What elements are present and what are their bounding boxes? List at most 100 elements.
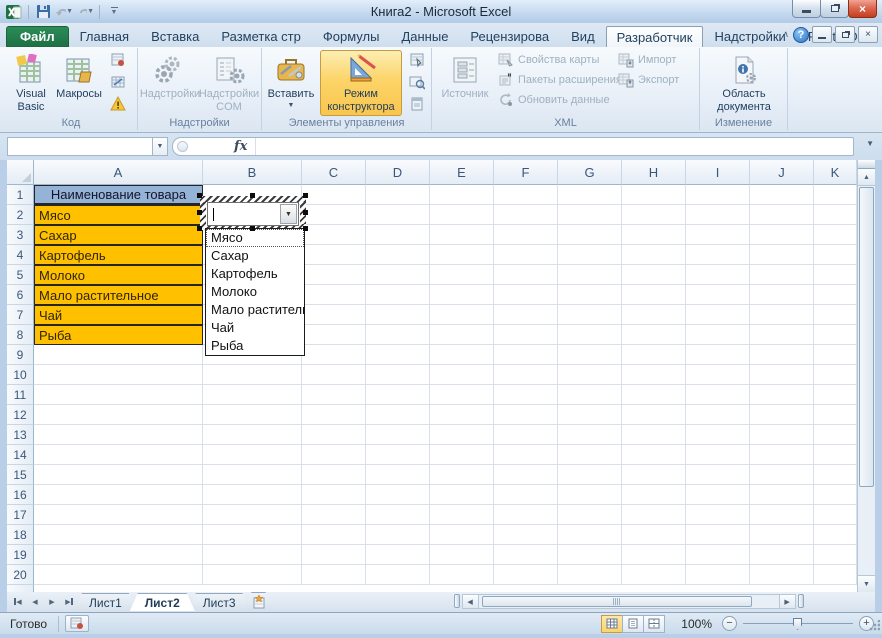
ribbon-tab[interactable]: Данные	[390, 26, 459, 47]
cell-G17[interactable]	[558, 505, 622, 525]
view-code-icon[interactable]	[406, 72, 428, 92]
cell-J1[interactable]	[750, 185, 814, 205]
cell-J2[interactable]	[750, 205, 814, 225]
cell-A20[interactable]	[34, 565, 203, 585]
cell-D10[interactable]	[366, 365, 430, 385]
cell-E8[interactable]	[430, 325, 494, 345]
cell-D14[interactable]	[366, 445, 430, 465]
record-macro-icon[interactable]	[107, 50, 129, 70]
restore-button[interactable]	[820, 0, 849, 18]
cell-D3[interactable]	[366, 225, 430, 245]
cell-D19[interactable]	[366, 545, 430, 565]
cell-D1[interactable]	[366, 185, 430, 205]
cell-A19[interactable]	[34, 545, 203, 565]
zoom-out-button[interactable]: −	[722, 616, 737, 631]
cell-G2[interactable]	[558, 205, 622, 225]
cell-H14[interactable]	[622, 445, 686, 465]
cell-A11[interactable]	[34, 385, 203, 405]
combo-list-item[interactable]: Мясо	[206, 229, 304, 247]
cell-C11[interactable]	[302, 385, 366, 405]
cell-D5[interactable]	[366, 265, 430, 285]
cell-I5[interactable]	[686, 265, 750, 285]
cell-K13[interactable]	[814, 425, 857, 445]
ribbon-tab[interactable]: Рецензирова	[459, 26, 560, 47]
row-number[interactable]: 13	[7, 425, 34, 445]
name-box[interactable]	[7, 137, 153, 156]
cell-D11[interactable]	[366, 385, 430, 405]
cell-H13[interactable]	[622, 425, 686, 445]
sheet-tab[interactable]: Лист1	[74, 593, 137, 611]
cell-G6[interactable]	[558, 285, 622, 305]
cell-G5[interactable]	[558, 265, 622, 285]
column-header-E[interactable]: E	[430, 160, 494, 185]
cell-K12[interactable]	[814, 405, 857, 425]
cell-D12[interactable]	[366, 405, 430, 425]
cell-H15[interactable]	[622, 465, 686, 485]
cell-C17[interactable]	[302, 505, 366, 525]
row-number[interactable]: 2	[7, 205, 34, 225]
cell-H5[interactable]	[622, 265, 686, 285]
row-number[interactable]: 4	[7, 245, 34, 265]
cell-F4[interactable]	[494, 245, 558, 265]
cell-J6[interactable]	[750, 285, 814, 305]
cell-B16[interactable]	[203, 485, 302, 505]
row-number[interactable]: 6	[7, 285, 34, 305]
resize-handle[interactable]	[303, 210, 308, 215]
tab-split-handle-right[interactable]	[798, 594, 804, 608]
cell-K3[interactable]	[814, 225, 857, 245]
cell-C5[interactable]	[302, 265, 366, 285]
cell-E18[interactable]	[430, 525, 494, 545]
zoom-level[interactable]: 100%	[681, 617, 712, 631]
cell-G10[interactable]	[558, 365, 622, 385]
cell-F7[interactable]	[494, 305, 558, 325]
cell-J17[interactable]	[750, 505, 814, 525]
cell-I9[interactable]	[686, 345, 750, 365]
combo-list-item[interactable]: Чай	[206, 319, 304, 337]
cell-F13[interactable]	[494, 425, 558, 445]
row-number[interactable]: 5	[7, 265, 34, 285]
cell-D17[interactable]	[366, 505, 430, 525]
column-header-D[interactable]: D	[366, 160, 430, 185]
help-icon[interactable]: ?	[793, 27, 809, 43]
cell-C6[interactable]	[302, 285, 366, 305]
cell-D18[interactable]	[366, 525, 430, 545]
cell-D20[interactable]	[366, 565, 430, 585]
workbook-close-button[interactable]: ×	[858, 26, 878, 43]
cell-F16[interactable]	[494, 485, 558, 505]
first-sheet-icon[interactable]: ◀	[10, 594, 26, 609]
minimize-button[interactable]	[792, 0, 821, 18]
cell-E5[interactable]	[430, 265, 494, 285]
cell-J15[interactable]	[750, 465, 814, 485]
expand-formula-bar-icon[interactable]: ▼	[866, 139, 874, 148]
cell-D9[interactable]	[366, 345, 430, 365]
cell-C8[interactable]	[302, 325, 366, 345]
row-number[interactable]: 14	[7, 445, 34, 465]
row-number[interactable]: 1	[7, 185, 34, 205]
cell-G18[interactable]	[558, 525, 622, 545]
resize-handle[interactable]	[197, 210, 202, 215]
page-break-view-button[interactable]	[643, 615, 665, 633]
ribbon-tab[interactable]: Вид	[560, 26, 606, 47]
design-mode-button[interactable]: Режим конструктора	[320, 50, 402, 116]
macros-button[interactable]: Макросы	[55, 50, 103, 116]
cell-K18[interactable]	[814, 525, 857, 545]
cell-A9[interactable]	[34, 345, 203, 365]
tab-split-handle[interactable]	[454, 594, 460, 608]
run-dialog-icon[interactable]	[406, 94, 428, 114]
resize-handle[interactable]	[250, 226, 255, 231]
cell-J4[interactable]	[750, 245, 814, 265]
cell-J3[interactable]	[750, 225, 814, 245]
name-box-dropdown-icon[interactable]: ▼	[153, 137, 168, 156]
cell-G9[interactable]	[558, 345, 622, 365]
cell-C15[interactable]	[302, 465, 366, 485]
cell-B10[interactable]	[203, 365, 302, 385]
cell-B14[interactable]	[203, 445, 302, 465]
column-header-I[interactable]: I	[686, 160, 750, 185]
cell-F20[interactable]	[494, 565, 558, 585]
cell-H2[interactable]	[622, 205, 686, 225]
combo-list-item[interactable]: Молоко	[206, 283, 304, 301]
cell-F15[interactable]	[494, 465, 558, 485]
cell-E10[interactable]	[430, 365, 494, 385]
map-properties-button[interactable]: Свойства карты	[498, 50, 622, 70]
cell-H7[interactable]	[622, 305, 686, 325]
